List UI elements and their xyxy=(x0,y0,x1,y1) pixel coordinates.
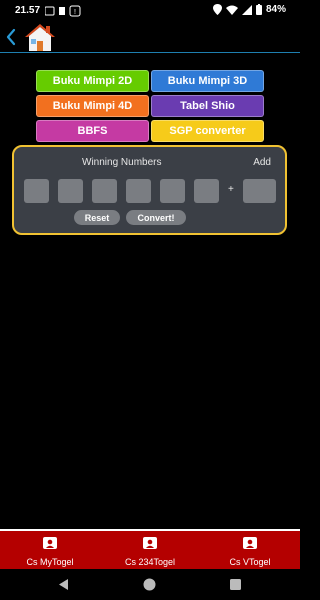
wifi-icon xyxy=(225,5,238,15)
number-input-4[interactable] xyxy=(126,179,151,203)
back-triangle-icon[interactable] xyxy=(57,578,70,591)
reset-button[interactable]: Reset xyxy=(74,210,120,225)
contact-card-icon xyxy=(243,537,257,549)
bbfs-button[interactable]: BBFS xyxy=(36,120,149,142)
bonus-number-input[interactable] xyxy=(243,179,276,203)
buku-mimpi-3d-button[interactable]: Buku Mimpi 3D xyxy=(151,70,264,92)
number-input-3[interactable] xyxy=(92,179,117,203)
winning-numbers-panel: Winning Numbers Add + Reset Convert! xyxy=(12,145,287,235)
number-input-2[interactable] xyxy=(58,179,83,203)
notification-icons: ! xyxy=(45,5,81,17)
battery-percent: 84% xyxy=(265,4,286,15)
convert-button[interactable]: Convert! xyxy=(126,210,186,225)
home-icon[interactable] xyxy=(22,22,58,52)
bottom-nav: Cs MyTogel Cs 234Togel Cs VTogel xyxy=(0,529,300,571)
panel-title: Winning Numbers xyxy=(82,157,162,168)
add-button[interactable]: Add xyxy=(253,157,271,168)
app-bar xyxy=(0,22,300,53)
nav-item-cs-vtogel[interactable]: Cs VTogel xyxy=(200,531,300,571)
buku-mimpi-2d-button[interactable]: Buku Mimpi 2D xyxy=(36,70,149,92)
back-chevron-icon[interactable] xyxy=(5,26,17,48)
status-bar: 21.57 ! 84% xyxy=(0,0,300,22)
home-circle-icon[interactable] xyxy=(143,578,156,591)
sgp-converter-button[interactable]: SGP converter xyxy=(151,120,264,142)
battery-icon xyxy=(255,4,262,15)
contact-card-icon xyxy=(143,537,157,549)
recents-square-icon[interactable] xyxy=(229,578,242,591)
status-time: 21.57 xyxy=(15,5,41,16)
buku-mimpi-4d-button[interactable]: Buku Mimpi 4D xyxy=(36,95,149,117)
number-input-1[interactable] xyxy=(24,179,49,203)
tabel-shio-button[interactable]: Tabel Shio xyxy=(151,95,264,117)
nav-label: Cs 234Togel xyxy=(124,557,176,567)
system-nav-bar xyxy=(0,569,300,600)
nav-label: Cs VTogel xyxy=(229,557,271,567)
nav-label: Cs MyTogel xyxy=(26,557,74,567)
location-icon xyxy=(212,4,222,15)
nav-item-cs-234togel[interactable]: Cs 234Togel xyxy=(100,531,200,571)
number-input-6[interactable] xyxy=(194,179,219,203)
status-right: 84% xyxy=(212,4,286,15)
plus-sign: + xyxy=(228,184,234,195)
svg-text:!: ! xyxy=(74,9,76,16)
contact-card-icon xyxy=(43,537,57,549)
nav-item-cs-mytogel[interactable]: Cs MyTogel xyxy=(0,531,100,571)
number-input-5[interactable] xyxy=(160,179,185,203)
signal-icon xyxy=(241,4,252,15)
